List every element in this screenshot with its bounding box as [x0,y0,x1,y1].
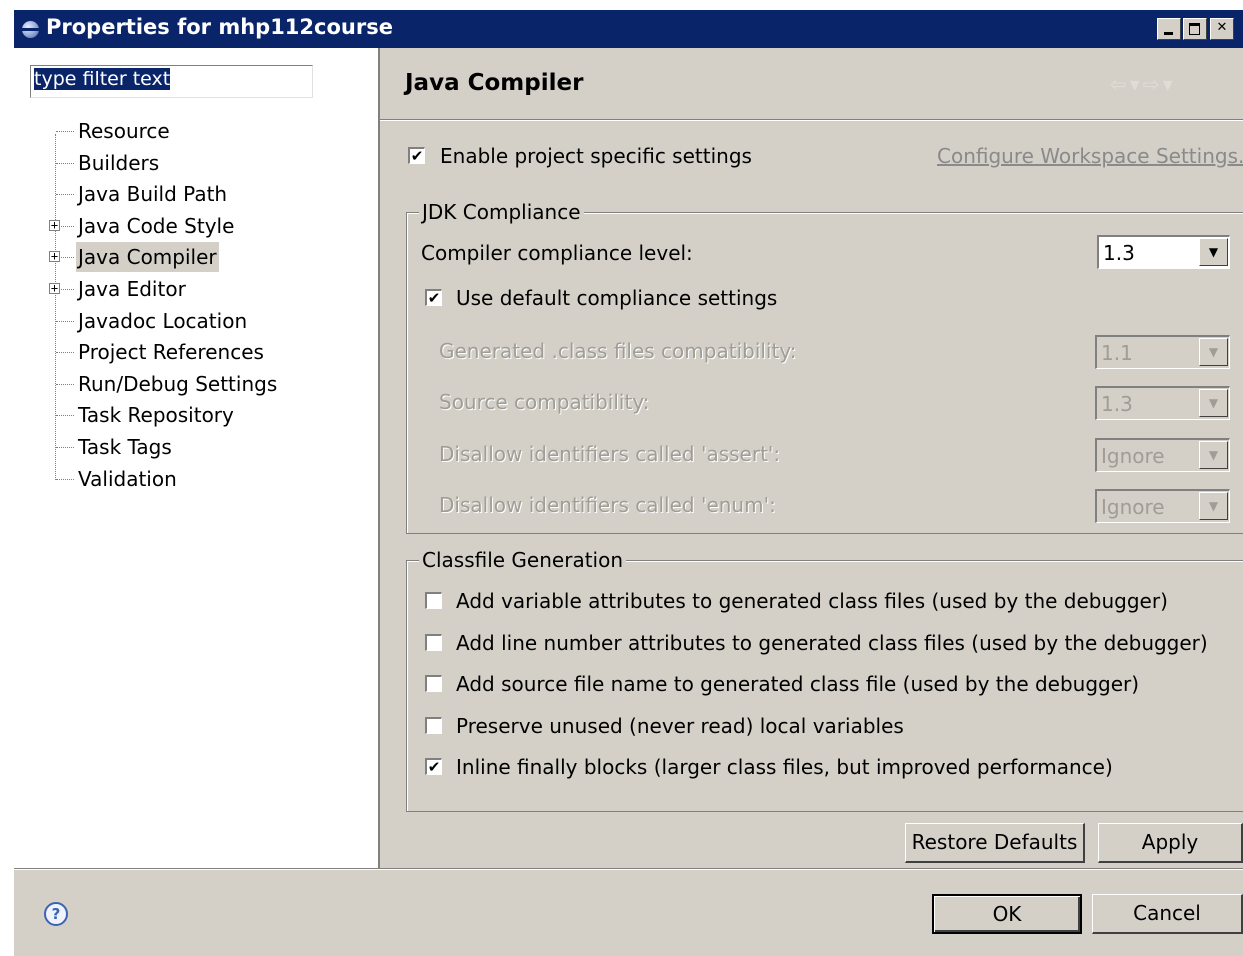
tree-item-label: Java Editor [78,277,186,301]
chevron-down-icon: ▼ [1199,338,1228,366]
classfile-option-checkbox[interactable] [425,592,442,609]
back-arrow-icon[interactable]: ⇦ [1110,72,1130,96]
expand-icon[interactable]: + [49,250,60,263]
tree-connector [56,478,74,480]
tree-item[interactable]: Task Repository [54,400,354,430]
filter-input[interactable]: type filter text [30,65,313,98]
compliance-row-combo: 1.1 ▼ [1095,335,1230,369]
enable-specific-checkbox[interactable]: ✔ [408,147,425,164]
tree-item[interactable]: Builders [54,148,354,178]
compliance-level-value: 1.3 [1103,241,1135,265]
compliance-row-value: 1.3 [1101,392,1133,416]
classfile-option-checkbox[interactable] [425,633,442,651]
compliance-row-label: Disallow identifiers called 'enum': [439,493,776,517]
dropdown-icon[interactable]: ▾ [1130,72,1143,96]
jdk-compliance-title: JDK Compliance [419,200,584,224]
page-title: Java Compiler [405,70,584,96]
compliance-row-label: Source compatibility: [439,390,650,414]
tree-item[interactable]: Task Tags [54,432,354,462]
eclipse-icon [21,21,40,38]
footer-separator [14,868,1243,870]
help-icon[interactable]: ? [44,902,68,926]
chevron-down-icon: ▼ [1199,441,1228,469]
title-bar[interactable]: Properties for mhp112course ✕ [14,10,1243,48]
forward-arrow-icon[interactable]: ⇨ [1143,72,1163,96]
classfile-option-label: Add variable attributes to generated cla… [456,589,1168,613]
tree-item[interactable]: Javadoc Location [54,306,354,336]
window-title: Properties for mhp112course [46,15,393,39]
properties-dialog: Properties for mhp112course ✕ type filte… [14,10,1243,956]
dropdown-icon[interactable]: ▾ [1163,72,1176,96]
tree-item[interactable]: Validation [54,464,354,494]
tree-connector [56,415,74,417]
tree-item-label: Validation [78,466,177,491]
chevron-down-icon: ▼ [1199,492,1228,520]
tree-item[interactable]: Project References [54,337,354,367]
classfile-option-label: Add source file name to generated class … [456,672,1140,696]
classfile-option-checkbox[interactable]: ✔ [425,758,442,775]
use-default-compliance-label: Use default compliance settings [456,286,778,310]
tree-item-label: Resource [78,119,170,143]
maximize-button[interactable] [1183,18,1207,40]
cancel-button[interactable]: Cancel [1092,894,1243,934]
configure-workspace-link[interactable]: Configure Workspace Settings... [937,144,1243,168]
tree-item-label: Run/Debug Settings [78,371,278,396]
minimize-button[interactable] [1157,18,1181,40]
tree-connector [56,352,74,354]
compliance-level-label: Compiler compliance level: [421,241,693,265]
compliance-level-combo[interactable]: 1.3 ▼ [1097,235,1230,269]
tree-item[interactable]: Run/Debug Settings [54,369,354,399]
tree-item[interactable]: Java Build Path [54,179,354,209]
tree-item[interactable]: + Java Code Style [49,211,354,241]
compliance-row-label: Generated .class files compatibility: [439,339,797,363]
java-compiler-page: Java Compiler ⇦▾⇨▾ ✔ Enable project spec… [380,48,1243,868]
chevron-down-icon: ▼ [1199,389,1228,417]
tree-item-label: Project References [78,340,264,365]
header-separator [380,119,1243,121]
tree-item[interactable]: + Java Editor [49,274,354,304]
tree-connector [56,447,74,448]
classfile-generation-title: Classfile Generation [419,548,627,572]
tree-connector [56,383,74,385]
classfile-generation-group: Classfile Generation Add variable attrib… [406,548,1243,812]
jdk-compliance-group: JDK Compliance Compiler compliance level… [406,200,1243,534]
tree-connector [56,131,74,132]
compliance-row-combo: Ignore ▼ [1095,438,1230,472]
tree-item-label: Java Compiler [76,242,219,273]
tree-item-label: Task Tags [78,435,172,459]
ok-button[interactable]: OK [932,894,1082,934]
compliance-row-value: 1.1 [1101,341,1133,365]
tree-item[interactable]: + Java Compiler [49,242,354,273]
classfile-option-label: Add line number attributes to generated … [456,630,1208,655]
classfile-option-checkbox[interactable] [425,675,442,692]
tree-item-label: Builders [78,150,160,175]
apply-button[interactable]: Apply [1098,823,1243,863]
tree-item[interactable]: Resource [54,116,354,146]
history-navigation[interactable]: ⇦▾⇨▾ [1110,72,1176,96]
classfile-option-checkbox[interactable] [425,716,442,734]
tree-connector [56,162,74,164]
tree-connector [56,194,74,196]
enable-specific-label: Enable project specific settings [440,144,752,168]
restore-defaults-button[interactable]: Restore Defaults [905,823,1085,863]
compliance-row-label: Disallow identifiers called 'assert': [439,442,781,466]
tree-item-label: Java Build Path [78,182,228,207]
close-button[interactable]: ✕ [1210,18,1234,40]
compliance-row-value: Ignore [1101,495,1165,519]
filter-text: type filter text [34,68,171,90]
compliance-row-combo: Ignore ▼ [1095,489,1230,523]
expand-icon[interactable]: + [49,219,60,231]
chevron-down-icon[interactable]: ▼ [1199,238,1228,266]
use-default-compliance-checkbox[interactable]: ✔ [425,289,442,306]
preference-tree-pane: type filter text Resource Builders Java Bu… [14,48,380,868]
classfile-option-label: Preserve unused (never read) local varia… [456,713,904,738]
compliance-row-combo: 1.3 ▼ [1095,386,1230,420]
tree-item-label: Javadoc Location [78,308,248,333]
compliance-row-value: Ignore [1101,444,1165,468]
tree-item-label: Task Repository [78,403,234,428]
classfile-option-label: Inline finally blocks (larger class file… [456,755,1113,779]
tree-item-label: Java Code Style [78,213,235,238]
tree-connector [56,320,74,322]
expand-icon[interactable]: + [49,282,60,294]
